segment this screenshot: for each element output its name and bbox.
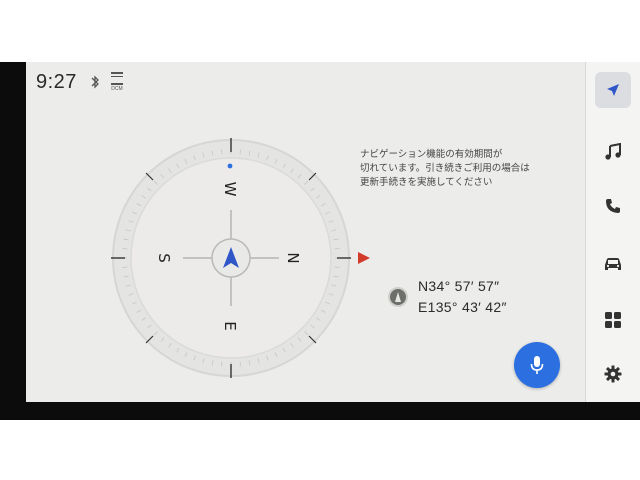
top-bezel <box>0 0 640 62</box>
phone-button[interactable] <box>595 188 631 224</box>
coordinates-display: N34° 57′ 57″ E135° 43′ 42″ <box>388 276 507 318</box>
vehicle-button[interactable] <box>595 246 631 282</box>
apps-icon <box>605 312 621 328</box>
settings-button[interactable] <box>595 356 631 392</box>
apps-button[interactable] <box>595 302 631 338</box>
direction-left: S <box>155 253 173 263</box>
latitude: N34° 57′ 57″ <box>418 278 500 294</box>
music-button[interactable] <box>595 134 631 170</box>
direction-bottom: E <box>221 321 239 330</box>
left-bezel <box>0 62 26 422</box>
position-dot <box>227 163 233 169</box>
car-icon <box>605 258 621 270</box>
under-area <box>0 420 640 480</box>
expiry-message: ナビゲーション機能の有効期間が 切れています。引き続きご利用の場合は 更新手続き… <box>360 148 550 190</box>
display-screen: 9:27 DCM W N E S ナビゲーション機能の有効期間が 切れています。… <box>26 62 640 402</box>
location-icon <box>388 287 408 307</box>
north-marker-icon <box>358 252 370 264</box>
direction-right: N <box>284 252 302 263</box>
navigation-button[interactable] <box>595 72 631 108</box>
phone-icon <box>606 199 620 213</box>
voice-button[interactable] <box>514 342 560 388</box>
music-icon <box>605 143 621 160</box>
longitude: E135° 43′ 42″ <box>418 299 507 315</box>
side-menu <box>585 62 640 402</box>
bottom-bezel <box>0 402 640 420</box>
message-line-3: 更新手続きを実施してください <box>360 177 493 188</box>
message-line-2: 切れています。引き続きご利用の場合は <box>360 163 530 174</box>
message-line-1: ナビゲーション機能の有効期間が <box>360 149 503 160</box>
navigation-icon <box>607 84 619 96</box>
microphone-icon <box>530 356 544 374</box>
gear-icon <box>604 365 622 383</box>
direction-top: W <box>221 182 239 197</box>
